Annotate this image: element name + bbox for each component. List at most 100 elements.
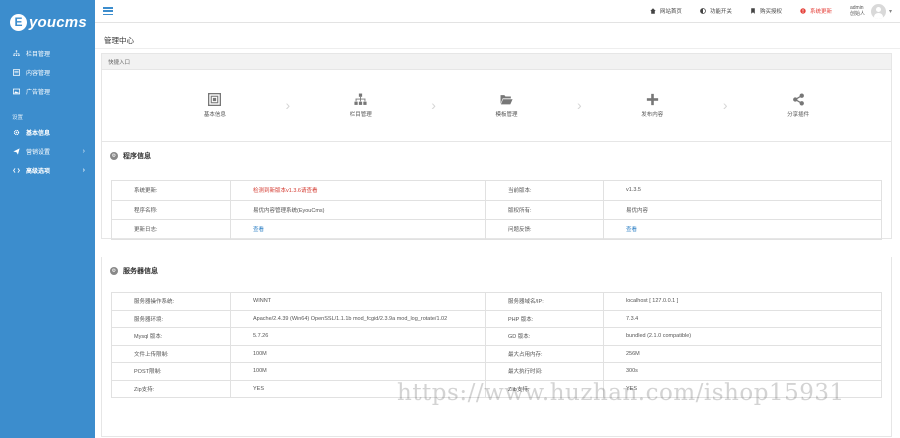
table-cell: Mysql 版本: bbox=[111, 327, 231, 346]
feature-switch-link[interactable]: 功能开关 bbox=[700, 7, 732, 15]
table-row: 文件上传限制: 100M 最大占用内存: 256M bbox=[111, 344, 882, 363]
table-cell: bundled (2.1.0 compatible) bbox=[603, 327, 882, 346]
table-cell: 问题反馈: bbox=[485, 219, 604, 240]
chevron-right-icon: › bbox=[577, 97, 582, 113]
table-cell: 程序名称: bbox=[111, 199, 231, 220]
table-cell: POST限制: bbox=[111, 362, 231, 381]
image-icon bbox=[12, 88, 20, 96]
sidebar-item-basic-info[interactable]: 基本信息 bbox=[0, 123, 95, 142]
table-cell: 系统更新: bbox=[111, 180, 231, 201]
table-row: 更新日志: 查看 问题反馈: 查看 bbox=[111, 219, 882, 240]
top-link-label: 系统更新 bbox=[809, 9, 832, 15]
table-cell: 易优内容 bbox=[603, 199, 882, 220]
section-title: 服务器信息 bbox=[123, 268, 158, 275]
table-cell: YES bbox=[230, 379, 486, 398]
program-info-table: 系统更新: 检测到新版本v1.3.6请查看 当前版本: v1.3.5 程序名称:… bbox=[111, 180, 882, 240]
chevron-right-icon: › bbox=[82, 167, 85, 174]
gear-icon bbox=[12, 129, 20, 137]
table-cell: 100M bbox=[230, 344, 486, 363]
sitemap-icon bbox=[12, 50, 20, 58]
table-cell: 文件上传限制: bbox=[111, 344, 231, 363]
user-role: 创始人 bbox=[849, 11, 865, 17]
top-link-label: 功能开关 bbox=[709, 9, 732, 15]
table-cell: 版权所有: bbox=[485, 199, 604, 220]
topbar: 网站首页 功能开关 购买授权 系统更新 admin 创始人 ▾ bbox=[95, 0, 900, 23]
bookmark-icon bbox=[750, 8, 756, 14]
quick-columns[interactable]: 栏目管理 bbox=[298, 93, 424, 118]
sidebar-group-label: 设置 bbox=[12, 115, 24, 121]
table-cell: 服务器域名/IP: bbox=[485, 292, 604, 311]
logo-text: youcms bbox=[29, 13, 87, 31]
table-cell: 易优内容管理系统(EyouCms) bbox=[230, 199, 486, 220]
program-info-heading: ⚙ 程序信息 bbox=[102, 142, 891, 170]
home-link[interactable]: 网站首页 bbox=[650, 7, 682, 15]
sidebar-item-label: 内容管理 bbox=[26, 71, 51, 77]
server-info-panel: ⚙ 服务器信息 服务器操作系统: WINNT 服务器域名/IP: localho… bbox=[101, 257, 892, 437]
table-cell: Zlib支持: bbox=[485, 379, 604, 398]
gear-icon: ⚙ bbox=[110, 152, 118, 160]
quick-share[interactable]: 分享插件 bbox=[735, 93, 861, 118]
quick-templates[interactable]: 模板管理 bbox=[444, 93, 570, 118]
table-cell: 当前版本: bbox=[485, 180, 604, 201]
table-cell: GD 版本: bbox=[485, 327, 604, 346]
table-cell: Apache/2.4.39 (Win64) OpenSSL/1.1.1b mod… bbox=[230, 309, 486, 328]
feedback-link[interactable]: 查看 bbox=[603, 219, 882, 240]
table-cell: WINNT bbox=[230, 292, 486, 311]
gear-icon: ⚙ bbox=[110, 267, 118, 275]
table-cell: 服务器环境: bbox=[111, 309, 231, 328]
avatar[interactable] bbox=[870, 3, 886, 19]
send-icon bbox=[12, 148, 20, 156]
folder-open-icon bbox=[498, 93, 514, 107]
system-update-link[interactable]: 系统更新 bbox=[800, 7, 832, 15]
sidebar-item-label: 营销设置 bbox=[26, 150, 51, 156]
sidebar-item-marketing[interactable]: 营销设置 › bbox=[0, 142, 95, 161]
sidebar-item-content[interactable]: 内容管理 bbox=[0, 63, 95, 82]
quick-basic-info[interactable]: 基本信息 bbox=[152, 93, 278, 118]
user-info: admin 创始人 bbox=[850, 5, 865, 18]
table-cell: 服务器操作系统: bbox=[111, 292, 231, 311]
top-link-label: 网站首页 bbox=[659, 9, 682, 15]
chevron-right-icon: › bbox=[431, 97, 436, 113]
quick-item-label: 栏目管理 bbox=[349, 111, 372, 118]
sidebar-item-label: 栏目管理 bbox=[26, 52, 51, 58]
purchase-license-link[interactable]: 购买授权 bbox=[750, 7, 782, 15]
sidebar-item-label: 高级选项 bbox=[26, 169, 51, 175]
sidebar-item-advanced[interactable]: 高级选项 › bbox=[0, 161, 95, 180]
home-icon bbox=[650, 8, 656, 14]
table-cell: 300s bbox=[603, 362, 882, 381]
sidebar: E youcms 栏目管理 内容管理 广告管理 设置 基本信息 营销设置 › 高… bbox=[0, 0, 95, 438]
quick-publish[interactable]: 发布内容 bbox=[589, 93, 715, 118]
chevron-right-icon: › bbox=[722, 97, 728, 113]
changelog-link[interactable]: 查看 bbox=[230, 219, 486, 240]
table-cell: Zip支持: bbox=[111, 379, 231, 398]
table-row: POST限制: 100M 最大执行时间: 300s bbox=[111, 362, 882, 381]
table-cell: 7.3.4 bbox=[603, 309, 882, 328]
chevron-right-icon: › bbox=[285, 97, 291, 113]
logo-mark: E bbox=[10, 13, 27, 31]
sidebar-settings-menu: 基本信息 营销设置 › 高级选项 › bbox=[0, 123, 95, 180]
sidebar-item-columns[interactable]: 栏目管理 bbox=[0, 44, 95, 63]
logo[interactable]: E youcms bbox=[0, 0, 95, 44]
quick-entry-title: 快捷入口 bbox=[102, 54, 891, 70]
code-icon bbox=[12, 167, 20, 175]
form-icon bbox=[207, 93, 223, 107]
table-row: 系统更新: 检测到新版本v1.3.6请查看 当前版本: v1.3.5 bbox=[111, 180, 882, 201]
menu-toggle-icon[interactable] bbox=[103, 7, 113, 15]
sidebar-menu: 栏目管理 内容管理 广告管理 bbox=[0, 44, 95, 101]
table-row: 服务器操作系统: WINNT 服务器域名/IP: localhost [ 127… bbox=[111, 292, 882, 311]
program-info-panel: ⚙ 程序信息 系统更新: 检测到新版本v1.3.6请查看 当前版本: v1.3.… bbox=[101, 141, 892, 240]
share-icon bbox=[790, 93, 806, 107]
chevron-down-icon: ▾ bbox=[888, 8, 892, 15]
chevron-right-icon: › bbox=[82, 148, 85, 155]
quick-item-label: 分享插件 bbox=[787, 111, 810, 118]
divider bbox=[95, 48, 900, 49]
server-info-heading: ⚙ 服务器信息 bbox=[102, 257, 891, 285]
table-cell: 最大占用内存: bbox=[485, 344, 604, 363]
quick-item-label: 发布内容 bbox=[641, 111, 664, 118]
toggle-icon bbox=[700, 8, 706, 14]
user-menu[interactable]: admin 创始人 ▾ bbox=[850, 3, 892, 19]
quick-entry-panel: 快捷入口 基本信息 › 栏目管理 › 模板管理 › 发布内容 › 分享插件 bbox=[101, 53, 892, 143]
sidebar-item-ads[interactable]: 广告管理 bbox=[0, 82, 95, 101]
table-cell: 最大执行时间: bbox=[485, 362, 604, 381]
update-available-link[interactable]: 检测到新版本v1.3.6请查看 bbox=[230, 180, 486, 201]
